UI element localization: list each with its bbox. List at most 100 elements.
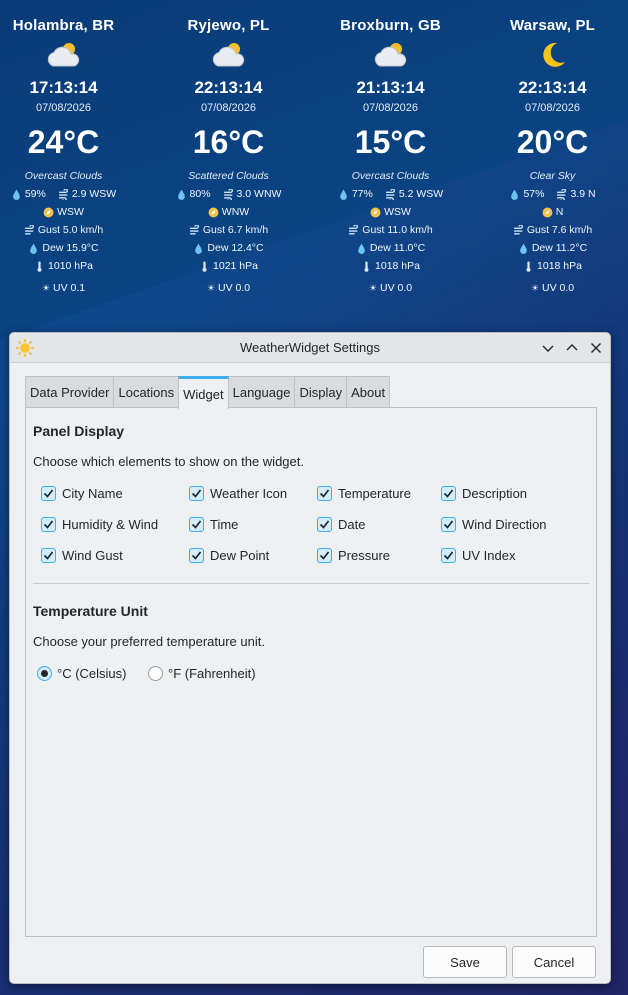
wind-value: 2.9 WSW	[71, 188, 117, 200]
checkbox-time[interactable]: Time	[189, 517, 238, 532]
cloud-sun-icon	[212, 43, 244, 67]
radio-dot[interactable]	[37, 666, 52, 681]
wind-value: 3.9 N	[570, 188, 596, 200]
dew-icon	[520, 243, 527, 254]
dew-value: Dew 11.0°C	[369, 242, 426, 254]
checkbox-box[interactable]	[189, 548, 204, 563]
section-divider	[33, 583, 589, 584]
wind-direction: WSW	[57, 206, 84, 218]
checkmark-icon	[443, 489, 454, 498]
checkbox-wind-direction[interactable]: Wind Direction	[441, 517, 547, 532]
gust-row: Gust 11.0 km/h	[312, 224, 469, 236]
thermometer-icon	[202, 261, 207, 272]
wind-icon	[58, 188, 68, 200]
wind-direction: WSW	[384, 206, 411, 218]
uv-row: ☀ UV 0.0	[312, 282, 469, 294]
tab-data-provider[interactable]: Data Provider	[25, 376, 115, 408]
radio-label: °F (Fahrenheit)	[168, 666, 256, 681]
checkbox-box[interactable]	[41, 486, 56, 501]
pressure-value: 1018 hPa	[375, 260, 420, 272]
panel-display-heading: Panel Display	[33, 423, 125, 439]
cloud-sun-icon	[47, 43, 79, 67]
cancel-button[interactable]: Cancel	[512, 946, 596, 978]
weather-description: Scattered Clouds	[188, 170, 269, 182]
checkmark-icon	[191, 489, 202, 498]
uv-sun-icon: ☀	[41, 282, 50, 293]
weather-description: Clear Sky	[529, 170, 576, 182]
tab-widget[interactable]: Widget	[178, 376, 229, 409]
gust-row: Gust 6.7 km/h	[150, 224, 307, 236]
close-icon	[591, 343, 601, 353]
checkbox-box[interactable]	[189, 486, 204, 501]
droplet-icon	[511, 189, 519, 200]
checkmark-icon	[319, 520, 330, 529]
checkbox-box[interactable]	[441, 486, 456, 501]
thermometer-icon	[37, 261, 42, 272]
checkbox-box[interactable]	[441, 517, 456, 532]
checkbox-box[interactable]	[41, 517, 56, 532]
window-title: WeatherWidget Settings	[240, 340, 380, 355]
radio-dot[interactable]	[148, 666, 163, 681]
temperature: 15°C	[354, 124, 427, 160]
tab-locations[interactable]: Locations	[113, 376, 180, 408]
checkbox-uv-index[interactable]: UV Index	[441, 548, 515, 563]
checkbox-wind-gust[interactable]: Wind Gust	[41, 548, 123, 563]
wind-direction-row: N	[474, 206, 628, 218]
wind-value: 5.2 WSW	[398, 188, 444, 200]
uv-row: ☀ UV 0.0	[474, 282, 628, 294]
compass-icon	[43, 207, 54, 217]
checkbox-label: Pressure	[338, 548, 391, 563]
close-button[interactable]	[586, 338, 606, 358]
tab-language[interactable]: Language	[227, 376, 296, 408]
gust-icon	[24, 224, 34, 234]
dew-value: Dew 15.9°C	[42, 242, 99, 254]
pressure-value: 1010 hPa	[48, 260, 93, 272]
tab-display[interactable]: Display	[294, 376, 348, 408]
uv-value: UV 0.0	[217, 282, 251, 294]
humidity-value: 57%	[523, 188, 545, 200]
checkbox-label: Description	[462, 486, 528, 501]
checkbox-date[interactable]: Date	[317, 517, 365, 532]
gust-value: Gust 11.0 km/h	[362, 224, 433, 236]
checkmark-icon	[319, 551, 330, 560]
checkbox-box[interactable]	[441, 548, 456, 563]
checkbox-label: Wind Gust	[62, 548, 123, 563]
local-time: 22:13:14	[194, 78, 263, 97]
checkbox-box[interactable]	[317, 486, 332, 501]
droplet-icon	[177, 189, 185, 200]
droplet-icon	[13, 189, 20, 200]
checkbox-box[interactable]	[317, 548, 332, 563]
temperature-unit-heading: Temperature Unit	[33, 603, 148, 619]
wind-direction: N	[555, 206, 564, 218]
checkbox-label: Temperature	[338, 486, 411, 501]
moon-icon	[542, 42, 565, 67]
gust-row: Gust 7.6 km/h	[474, 224, 628, 236]
local-time: 21:13:14	[356, 78, 425, 97]
radio-celsius[interactable]: °C (Celsius)	[37, 666, 126, 681]
local-time: 22:13:14	[518, 78, 587, 97]
checkbox-dew-point[interactable]: Dew Point	[189, 548, 269, 563]
checkbox-label: Wind Direction	[462, 517, 547, 532]
minimize-button[interactable]	[538, 338, 558, 358]
pressure-row: 1018 hPa	[312, 260, 469, 272]
checkbox-label: Date	[338, 517, 366, 532]
checkbox-box[interactable]	[317, 517, 332, 532]
checkbox-pressure[interactable]: Pressure	[317, 548, 390, 563]
radio-fahrenheit[interactable]: °F (Fahrenheit)	[148, 666, 256, 681]
checkbox-weather-icon[interactable]: Weather Icon	[189, 486, 287, 501]
checkbox-box[interactable]	[41, 548, 56, 563]
tab-about[interactable]: About	[346, 376, 391, 408]
checkbox-humidity-wind[interactable]: Humidity & Wind	[41, 517, 158, 532]
save-button[interactable]: Save	[423, 946, 507, 978]
checkbox-temperature[interactable]: Temperature	[317, 486, 411, 501]
checkbox-description[interactable]: Description	[441, 486, 527, 501]
checkbox-box[interactable]	[189, 517, 204, 532]
dew-row: Dew 12.4°C	[150, 242, 307, 254]
checkmark-icon	[191, 551, 202, 560]
title-bar[interactable]: WeatherWidget Settings	[10, 333, 610, 363]
maximize-button[interactable]	[562, 338, 582, 358]
checkbox-city-name[interactable]: City Name	[41, 486, 123, 501]
humidity-wind-row: 59% 2.9 WSW	[0, 188, 142, 200]
dew-icon	[195, 243, 203, 254]
settings-dialog: WeatherWidget Settings Data Provider Loc…	[9, 332, 611, 984]
